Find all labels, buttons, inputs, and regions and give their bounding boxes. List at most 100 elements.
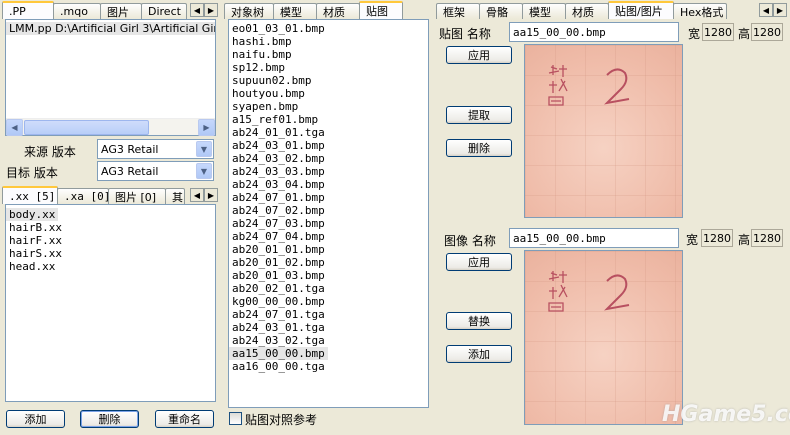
tab-mesh[interactable]: 模型 — [522, 3, 566, 19]
left-bottom-tab-scroll-left[interactable]: ◀ — [190, 188, 204, 202]
texture-width-value: 1280 — [702, 23, 734, 41]
middle-tabbar: 对象树 模型 材质 贴图 — [224, 1, 432, 19]
tab-mat[interactable]: 材质 — [565, 3, 609, 19]
texture-list-item[interactable]: aa15_00_00.bmp — [229, 347, 328, 360]
texture-preview — [524, 44, 683, 218]
tab-frame[interactable]: 框架 — [436, 3, 480, 19]
tab-hex[interactable]: Hex格式 — [673, 3, 727, 19]
tab-texture[interactable]: 贴图 — [359, 1, 403, 19]
texture-list-item[interactable]: ab24_03_02.bmp — [229, 152, 428, 165]
image-add-button[interactable]: 添加 — [446, 345, 512, 363]
add-button[interactable]: 添加 — [6, 410, 65, 428]
texture-apply-button[interactable]: 应用 — [446, 46, 512, 64]
tab-xa[interactable]: .xa [0] — [57, 188, 110, 204]
texture-list-item[interactable]: ab20_01_01.bmp — [229, 243, 428, 256]
image-preview — [524, 250, 683, 425]
source-version-value: AG3 Retail — [101, 142, 159, 156]
tab-texture-image[interactable]: 贴图/图片 — [608, 1, 674, 19]
scroll-right-icon[interactable]: ▶ — [198, 118, 215, 136]
pp-file-item[interactable]: LMM.pp D:\Artificial Girl 3\Artificial G… — [6, 22, 215, 35]
scroll-thumb[interactable] — [24, 120, 149, 135]
texture-list-item[interactable]: ab20_01_03.bmp — [229, 269, 428, 282]
left-tab-scroll-left[interactable]: ◀ — [190, 3, 204, 17]
texture-list-item[interactable]: ab24_03_03.bmp — [229, 165, 428, 178]
texture-list-item[interactable]: ab24_07_02.bmp — [229, 204, 428, 217]
right-tab-scroll-left[interactable]: ◀ — [759, 3, 773, 17]
texture-list-item[interactable]: hashi.bmp — [229, 35, 428, 48]
image-replace-button[interactable]: 替换 — [446, 312, 512, 330]
image-height-label: 高 — [738, 233, 751, 247]
image-preview-drawing — [548, 271, 630, 312]
tab-mqo[interactable]: .mqo — [53, 3, 101, 19]
xx-file-item[interactable]: body.xx — [6, 208, 59, 221]
image-apply-button[interactable]: 应用 — [446, 253, 512, 271]
image-height-value: 1280 — [751, 229, 783, 247]
texture-list-item[interactable]: eo01_03_01.bmp — [229, 22, 428, 35]
texture-list-item[interactable]: syapen.bmp — [229, 100, 428, 113]
tab-image[interactable]: 图片 — [100, 3, 142, 19]
image-width-value: 1280 — [701, 229, 733, 247]
tab-bone[interactable]: 骨骼 — [479, 3, 523, 19]
tab-pp[interactable]: .PP — [2, 1, 54, 19]
tab-other[interactable]: 其 — [165, 188, 185, 204]
texture-height-value: 1280 — [751, 23, 783, 41]
image-name-field[interactable]: aa15_00_00.bmp — [509, 228, 679, 248]
texture-list-item[interactable]: kg00_00_00.bmp — [229, 295, 428, 308]
left-bottom-tab-scroll-right[interactable]: ▶ — [204, 188, 218, 202]
pp-file-list[interactable]: LMM.pp D:\Artificial Girl 3\Artificial G… — [5, 19, 216, 136]
texture-list-item[interactable]: ab24_07_01.bmp — [229, 191, 428, 204]
texture-list-item[interactable]: a15_ref01.bmp — [229, 113, 428, 126]
target-version-label: 目标 版本 — [6, 166, 58, 180]
tab-object-tree[interactable]: 对象树 — [224, 3, 274, 19]
tab-material[interactable]: 材质 — [316, 3, 360, 19]
source-version-select[interactable]: AG3 Retail ▼ — [97, 139, 214, 159]
xx-file-item[interactable]: hairB.xx — [6, 221, 215, 234]
texture-list-item[interactable]: ab24_03_04.bmp — [229, 178, 428, 191]
image-width-label: 宽 — [686, 233, 699, 247]
texture-delete-button[interactable]: 删除 — [446, 139, 512, 157]
texture-extract-button[interactable]: 提取 — [446, 106, 512, 124]
tab-model[interactable]: 模型 — [273, 3, 317, 19]
texture-list-item[interactable]: ab24_07_04.bmp — [229, 230, 428, 243]
delete-button[interactable]: 删除 — [80, 410, 139, 428]
pp-list-hscrollbar[interactable]: ◀ ▶ — [6, 118, 215, 136]
texture-width-label: 宽 — [688, 27, 701, 41]
xx-file-item[interactable]: hairF.xx — [6, 234, 215, 247]
source-version-label: 来源 版本 — [24, 145, 76, 159]
texture-list-item[interactable]: ab24_03_01.tga — [229, 321, 428, 334]
texture-list-item[interactable]: ab24_03_02.tga — [229, 334, 428, 347]
texture-name-label: 贴图 名称 — [439, 27, 491, 41]
texture-list-item[interactable]: naifu.bmp — [229, 48, 428, 61]
chevron-down-icon[interactable]: ▼ — [196, 141, 212, 157]
texture-reference-checkbox[interactable] — [229, 412, 242, 425]
right-tabbar: 框架 骨骼 模型 材质 贴图/图片 Hex格式 — [436, 1, 790, 19]
xx-file-list[interactable]: body.xx hairB.xx hairF.xx hairS.xx head.… — [5, 204, 216, 402]
tab-xx[interactable]: .xx [5] — [2, 186, 58, 204]
texture-list-item[interactable]: houtyou.bmp — [229, 87, 428, 100]
target-version-select[interactable]: AG3 Retail ▼ — [97, 161, 214, 181]
texture-height-label: 高 — [738, 27, 751, 41]
texture-list-item[interactable]: supuun02.bmp — [229, 74, 428, 87]
texture-list-item[interactable]: ab24_07_03.bmp — [229, 217, 428, 230]
xx-file-item[interactable]: hairS.xx — [6, 247, 215, 260]
texture-reference-label: 贴图对照参考 — [245, 413, 318, 427]
chevron-down-icon[interactable]: ▼ — [196, 163, 212, 179]
tab-direct[interactable]: Direct — [141, 3, 187, 19]
target-version-value: AG3 Retail — [101, 164, 159, 178]
texture-list-item[interactable]: aa16_00_00.tga — [229, 360, 428, 373]
texture-list-item[interactable]: ab24_03_01.bmp — [229, 139, 428, 152]
texture-list-item[interactable]: sp12.bmp — [229, 61, 428, 74]
texture-list-item[interactable]: ab24_01_01.tga — [229, 126, 428, 139]
texture-name-field[interactable]: aa15_00_00.bmp — [509, 22, 679, 42]
texture-list-item[interactable]: ab24_07_01.tga — [229, 308, 428, 321]
xx-file-item[interactable]: head.xx — [6, 260, 215, 273]
texture-list-item[interactable]: ab20_01_02.bmp — [229, 256, 428, 269]
texture-list-item[interactable]: ab20_02_01.tga — [229, 282, 428, 295]
left-tab-scroll-right[interactable]: ▶ — [204, 3, 218, 17]
scroll-left-icon[interactable]: ◀ — [6, 118, 23, 136]
right-tab-scroll-right[interactable]: ▶ — [773, 3, 787, 17]
texture-list[interactable]: eo01_03_01.bmp hashi.bmp naifu.bmp sp12.bmp… — [228, 19, 429, 408]
tab-images[interactable]: 图片 [0] — [108, 188, 166, 204]
left-bottom-tabbar: .xx [5] .xa [0] 图片 [0] 其 — [2, 186, 218, 204]
rename-button[interactable]: 重命名 — [155, 410, 214, 428]
